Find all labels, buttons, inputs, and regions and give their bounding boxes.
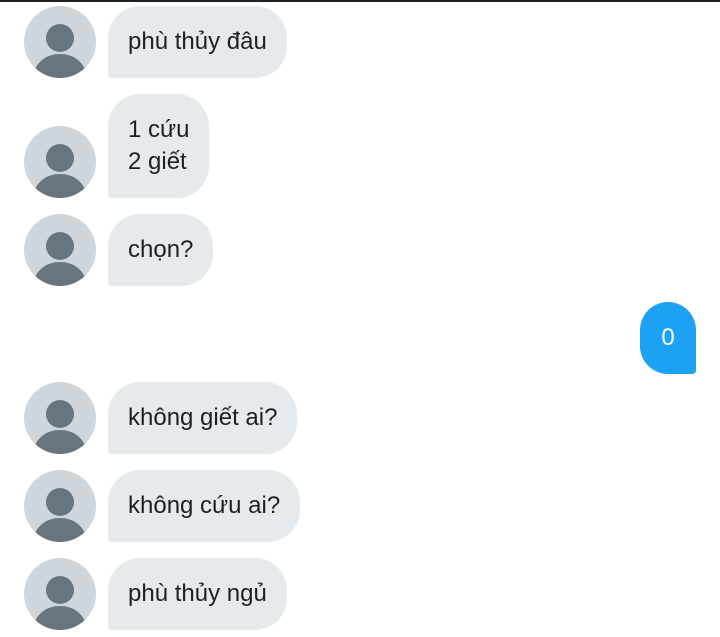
message-bubble[interactable]: không giết ai? — [108, 382, 298, 454]
message-bubble[interactable]: 1 cứu 2 giết — [108, 94, 210, 198]
message-row-incoming: chọn? — [0, 214, 720, 286]
user-avatar-icon[interactable] — [24, 126, 96, 198]
message-bubble[interactable]: phù thủy đâu — [108, 6, 287, 78]
message-row-incoming: không cứu ai? — [0, 470, 720, 542]
message-bubble[interactable]: phù thủy ngủ — [108, 558, 287, 630]
message-row-incoming: 1 cứu 2 giết — [0, 94, 720, 198]
sent-message-bubble[interactable]: 0 — [640, 302, 696, 374]
user-avatar-icon[interactable] — [24, 382, 96, 454]
message-row-outgoing: 0 — [0, 302, 720, 374]
message-row-incoming: không giết ai? — [0, 382, 720, 454]
message-bubble[interactable]: chọn? — [108, 214, 214, 286]
user-avatar-icon[interactable] — [24, 558, 96, 630]
message-row-incoming: phù thủy đâu — [0, 6, 720, 78]
message-bubble[interactable]: không cứu ai? — [108, 470, 301, 542]
message-row-incoming: phù thủy ngủ — [0, 558, 720, 630]
user-avatar-icon[interactable] — [24, 470, 96, 542]
user-avatar-icon[interactable] — [24, 6, 96, 78]
top-divider — [0, 0, 720, 2]
user-avatar-icon[interactable] — [24, 214, 96, 286]
